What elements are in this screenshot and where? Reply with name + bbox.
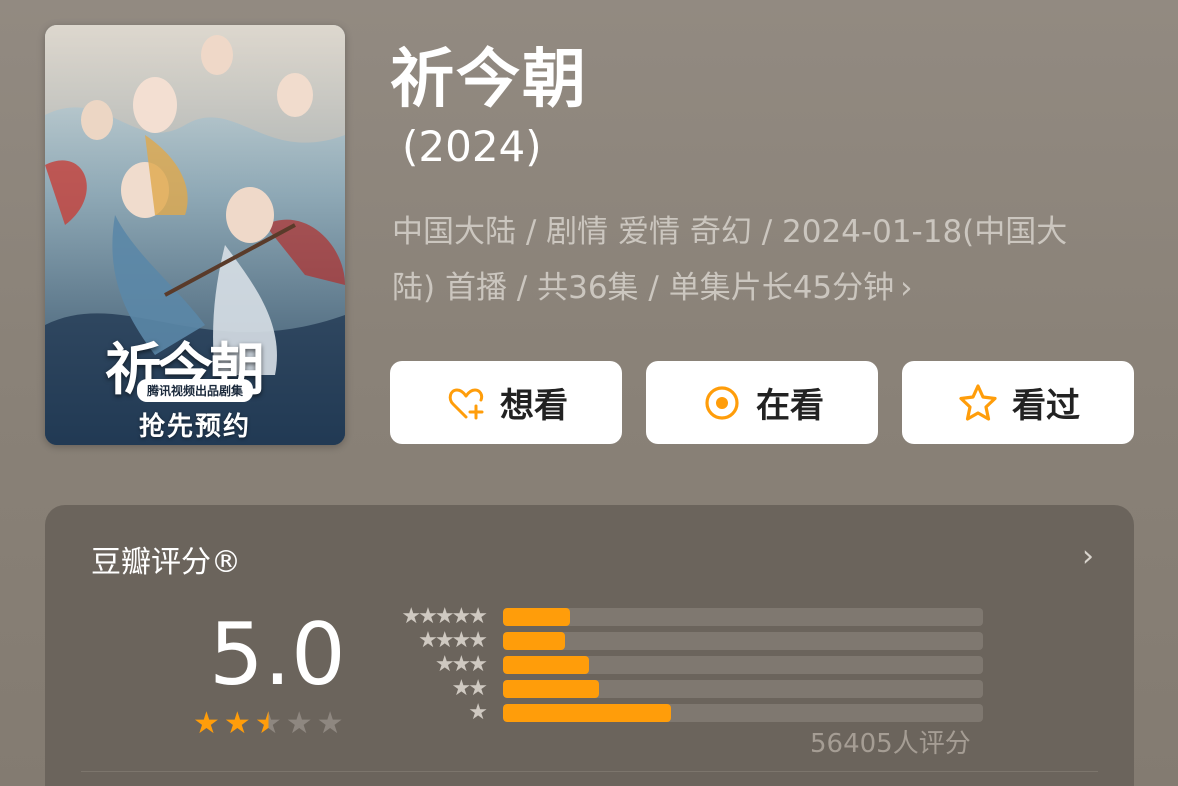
distribution-row: ★★★	[383, 653, 983, 677]
distribution-track	[503, 656, 983, 674]
action-bar: 想看 在看 看过	[390, 361, 1134, 444]
heart-plus-icon	[444, 381, 488, 425]
watched-label: 看过	[1012, 386, 1080, 426]
distribution-bar	[503, 680, 599, 698]
meta-line-1: 中国大陆 / 剧情 爱情 奇幻 / 2024-01-18(中国大	[392, 214, 1068, 250]
star-icon: ★	[193, 706, 220, 741]
distribution-row: ★	[383, 701, 983, 725]
rating-stars: ★ ★ ★ ★ ★	[193, 708, 344, 740]
watching-label: 在看	[756, 386, 824, 426]
watching-button[interactable]: 在看	[646, 361, 878, 444]
distribution-stars: ★★	[451, 676, 488, 701]
poster-caption: 腾讯视频出品剧集 抢先预约	[45, 375, 345, 445]
distribution-bar	[503, 656, 590, 674]
chevron-right-icon: ›	[900, 270, 913, 306]
want-to-watch-label: 想看	[500, 386, 568, 426]
distribution-bar	[503, 608, 571, 626]
distribution-row: ★★★★★	[383, 605, 983, 629]
distribution-stars: ★	[468, 700, 488, 725]
chevron-right-icon[interactable]: ›	[1082, 539, 1094, 574]
want-to-watch-button[interactable]: 想看	[390, 361, 622, 444]
distribution-stars: ★★★★	[418, 628, 488, 653]
rating-header: 豆瓣评分®	[91, 545, 241, 580]
distribution-track	[503, 704, 983, 722]
star-icon: ★	[223, 706, 251, 741]
movie-poster[interactable]: 祈今朝 腾讯视频出品剧集 抢先预约	[45, 25, 345, 445]
star-icon: ★	[316, 706, 344, 741]
meta-line-2-wrap: 陆) 首播 / 共36集 / 单集片长45分钟 ›	[392, 260, 1132, 316]
distribution-track	[503, 632, 983, 650]
distribution-row: ★★★★	[383, 629, 983, 653]
star-icon: ★	[285, 706, 313, 741]
target-circle-icon	[700, 381, 744, 425]
distribution-track	[503, 608, 983, 626]
rating-distribution: ★★★★★ ★★★★ ★★★ ★★ ★	[383, 605, 983, 725]
distribution-stars: ★★★	[434, 652, 488, 677]
distribution-bar	[503, 704, 671, 722]
release-year: (2024)	[402, 122, 542, 171]
divider	[81, 771, 1098, 772]
distribution-track	[503, 680, 983, 698]
rating-score: 5.0	[209, 605, 346, 705]
douban-rating-card[interactable]: 豆瓣评分® › 5.0 ★ ★ ★ ★ ★ ★★★★★ ★★★★ ★★★ ★★ ★ 56405人…	[45, 505, 1134, 786]
star-icon: ★	[254, 706, 282, 741]
star-outline-icon	[956, 381, 1000, 425]
rating-count: 56405人评分	[810, 729, 971, 759]
watched-button[interactable]: 看过	[902, 361, 1134, 444]
poster-promo: 抢先预约	[138, 412, 251, 442]
distribution-bar	[503, 632, 566, 650]
movie-meta[interactable]: 中国大陆 / 剧情 爱情 奇幻 / 2024-01-18(中国大 陆) 首播 /…	[392, 204, 1132, 316]
meta-line-2: 陆) 首播 / 共36集 / 单集片长45分钟	[392, 270, 895, 306]
distribution-stars: ★★★★★	[401, 604, 488, 629]
distribution-row: ★★	[383, 677, 983, 701]
page-title: 祈今朝	[390, 43, 588, 117]
poster-badge: 腾讯视频出品剧集	[136, 379, 253, 402]
